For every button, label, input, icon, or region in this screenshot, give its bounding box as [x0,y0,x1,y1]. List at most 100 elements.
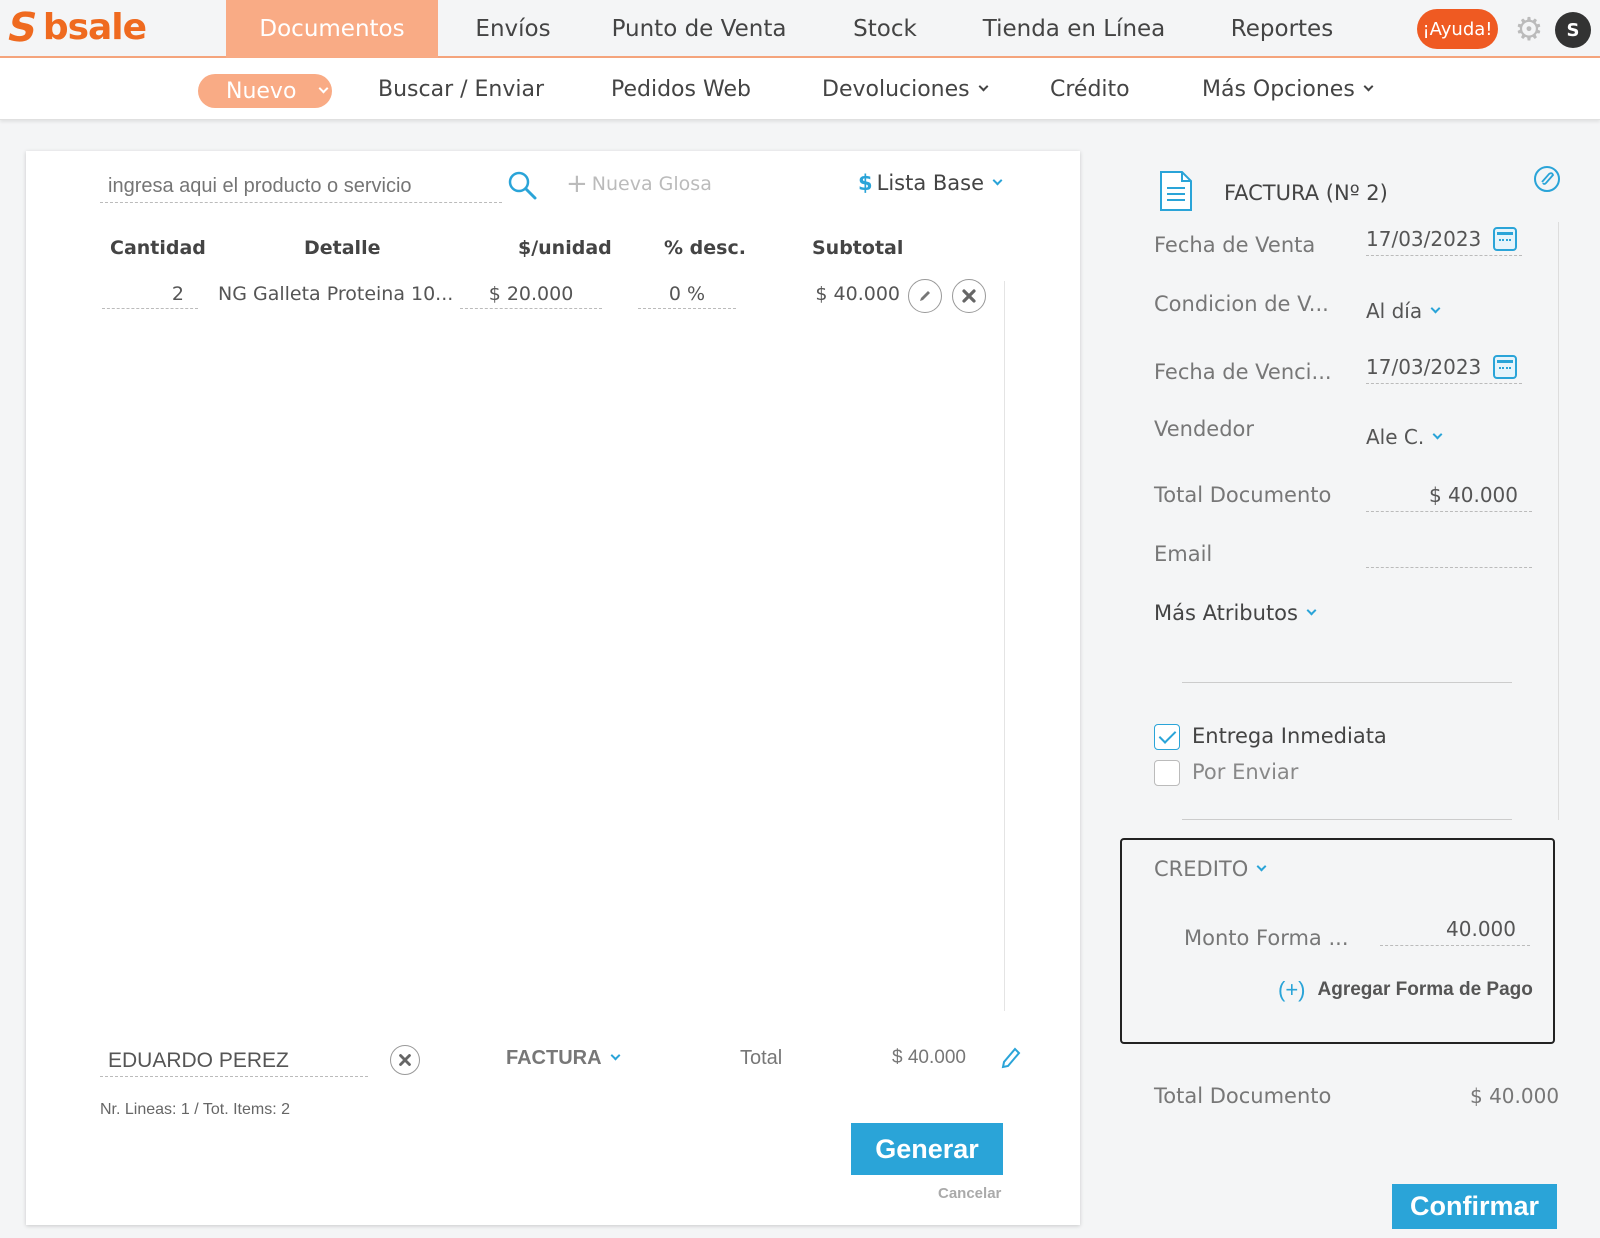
tab-documentos[interactable]: Documentos [226,0,438,58]
row-cantidad-input[interactable]: 2 [102,279,198,309]
delete-row-button[interactable] [952,279,986,313]
subnav-mas-opciones-label: Más Opciones [1202,76,1355,102]
close-icon [399,1054,411,1066]
tab-reportes[interactable]: Reportes [1220,0,1344,58]
divider [1182,819,1512,820]
nuevo-dropdown[interactable]: Nuevo [198,74,332,108]
nuevo-label: Nuevo [226,78,297,104]
row-detalle[interactable]: NG Galleta Proteina 10... [218,279,458,309]
price-list-dropdown[interactable]: $ Lista Base [858,171,1003,195]
column-header-detalle: Detalle [304,237,381,259]
email-field[interactable] [1366,534,1532,568]
sub-navbar: Nuevo Buscar / Enviar Pedidos Web Devolu… [0,58,1600,120]
column-header-unidad: $/unidad [518,237,612,259]
vendedor-value: Ale C. [1366,425,1425,449]
chevron-down-icon [1430,303,1441,313]
total-documento-value: $ 40.000 [1366,478,1532,512]
mas-atributos-toggle[interactable]: Más Atributos [1154,601,1317,625]
document-icon [1160,171,1192,211]
payment-method-label: CREDITO [1154,857,1249,881]
close-icon [962,289,976,303]
row-desc-input[interactable]: 0 % [638,279,736,309]
calendar-icon[interactable] [1493,226,1518,251]
column-header-subtotal: Subtotal [812,237,904,259]
total-value: $ 40.000 [892,1047,966,1068]
entrega-inmediata-checkbox[interactable] [1154,724,1180,750]
subnav-devoluciones-label: Devoluciones [822,76,970,102]
tab-punto-de-venta[interactable]: Punto de Venta [604,0,794,58]
fecha-venta-field[interactable]: 17/03/2023 [1366,222,1522,256]
por-enviar-checkbox[interactable] [1154,760,1180,786]
tab-envios[interactable]: Envíos [456,0,570,58]
divider [1182,682,1512,683]
document-type-dropdown[interactable]: FACTURA [506,1047,620,1070]
subnav-mas-opciones[interactable]: Más Opciones [1202,58,1374,120]
footer-total-label: Total Documento [1154,1084,1332,1108]
tab-stock[interactable]: Stock [842,0,928,58]
agregar-forma-pago-button[interactable]: (+) Agregar Forma de Pago [1278,977,1533,1003]
bsale-logo[interactable]: S bsale [3,5,147,51]
pencil-icon [920,291,930,301]
document-title: FACTURA (Nº 2) [1224,181,1388,205]
search-icon[interactable] [506,169,538,201]
top-navbar: S bsale Documentos Envíos Punto de Venta… [0,0,1600,58]
product-search-input[interactable] [100,171,502,203]
chevron-down-icon [1306,605,1317,615]
user-avatar[interactable]: S [1555,12,1591,48]
chevron-down-icon [978,81,989,91]
nueva-glosa-button[interactable]: + Nueva Glosa [566,169,712,199]
summary-divider [1558,222,1559,820]
chevron-down-icon [610,1050,620,1061]
generar-button[interactable]: Generar [851,1123,1003,1175]
scroll-divider [1004,281,1005,1011]
clear-client-button[interactable] [390,1045,420,1075]
column-header-cantidad: Cantidad [110,237,206,259]
help-button[interactable]: ¡Ayuda! [1417,9,1498,49]
document-editor-panel: + Nueva Glosa $ Lista Base Cantidad Deta… [26,151,1080,1225]
add-circle-icon: (+) [1278,977,1306,1002]
agregar-forma-pago-label: Agregar Forma de Pago [1317,979,1533,1000]
nueva-glosa-label: Nueva Glosa [591,173,712,195]
condicion-venta-dropdown[interactable]: Al día [1366,294,1441,328]
row-subtotal: $ 40.000 [815,283,900,305]
monto-forma-label: Monto Forma ... [1184,926,1349,950]
fecha-venta-label: Fecha de Venta [1154,233,1316,257]
chevron-down-icon [1363,81,1374,91]
document-type-label: FACTURA [506,1047,602,1069]
chevron-down-icon [1432,429,1443,439]
lines-summary: Nr. Lineas: 1 / Tot. Items: 2 [100,1101,291,1118]
vendedor-dropdown[interactable]: Ale C. [1366,420,1443,454]
total-label: Total [740,1047,783,1069]
edit-row-button[interactable] [908,279,942,313]
paperclip-icon[interactable] [1532,164,1562,194]
price-list-label: Lista Base [876,171,985,195]
pencil-icon[interactable] [998,1045,1022,1071]
chevron-down-icon [1256,861,1267,871]
subnav-pedidos-web[interactable]: Pedidos Web [611,58,751,120]
confirmar-button[interactable]: Confirmar [1392,1184,1557,1229]
gear-icon[interactable]: ⚙ [1512,12,1546,46]
cancelar-link[interactable]: Cancelar [938,1185,1001,1202]
client-field[interactable]: EDUARDO PEREZ [100,1045,368,1077]
entrega-inmediata-label[interactable]: Entrega Inmediata [1192,724,1387,748]
row-unidad-input[interactable]: $ 20.000 [460,279,602,309]
bsale-logo-icon: S [3,5,42,51]
por-enviar-label[interactable]: Por Enviar [1192,760,1298,784]
monto-forma-input[interactable]: 40.000 [1380,912,1530,946]
condicion-venta-label: Condicion de V... [1154,292,1329,316]
plus-icon: + [566,169,588,199]
email-label: Email [1154,542,1213,566]
tab-tienda-en-linea[interactable]: Tienda en Línea [976,0,1172,58]
chevron-down-icon [318,83,329,93]
calendar-icon[interactable] [1493,354,1518,379]
column-header-desc: % desc. [664,237,746,259]
fecha-venta-value: 17/03/2023 [1366,226,1482,251]
chevron-down-icon [992,175,1003,185]
fecha-vencimiento-field[interactable]: 17/03/2023 [1366,350,1522,384]
subnav-buscar-enviar[interactable]: Buscar / Enviar [378,58,544,120]
subnav-credito[interactable]: Crédito [1050,58,1130,120]
total-documento-label: Total Documento [1154,483,1332,507]
payment-method-dropdown[interactable]: CREDITO [1154,857,1267,881]
subnav-devoluciones[interactable]: Devoluciones [822,58,989,120]
fecha-vencimiento-value: 17/03/2023 [1366,354,1482,379]
